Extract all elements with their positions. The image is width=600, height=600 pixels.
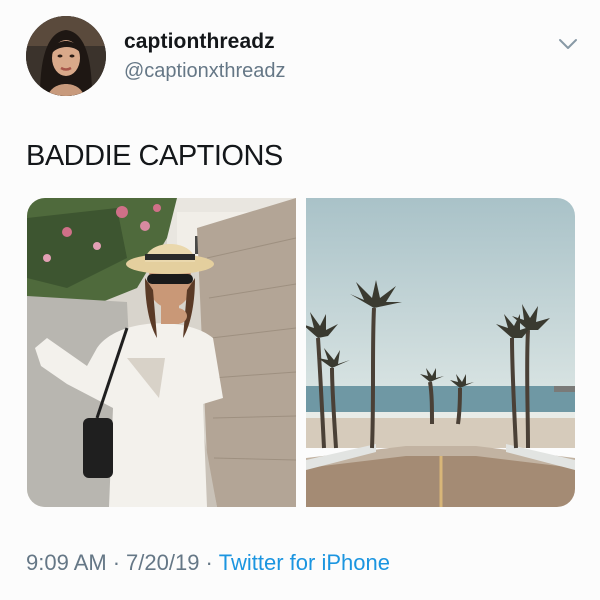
tweet-date[interactable]: 7/20/19 xyxy=(126,550,199,575)
tweet-time[interactable]: 9:09 AM xyxy=(26,550,107,575)
photo-beach-palms[interactable] xyxy=(306,198,575,507)
meta-separator: · xyxy=(112,550,121,575)
meta-separator: · xyxy=(205,550,213,575)
user-handle[interactable]: @captionxthreadz xyxy=(124,60,286,83)
media-grid xyxy=(27,198,575,507)
tweet-meta: 9:09 AM · 7/20/19 · Twitter for iPhone xyxy=(26,550,390,576)
display-name[interactable]: captionthreadz xyxy=(124,30,275,54)
chevron-down-icon[interactable] xyxy=(556,34,580,54)
tweet-text: BADDIE CAPTIONS xyxy=(26,140,283,172)
tweet-source-link[interactable]: Twitter for iPhone xyxy=(219,550,390,575)
photo-alley-woman[interactable] xyxy=(27,198,296,507)
avatar[interactable] xyxy=(26,16,106,96)
tweet-card: captionthreadz @captionxthreadz BADDIE C… xyxy=(0,0,600,600)
